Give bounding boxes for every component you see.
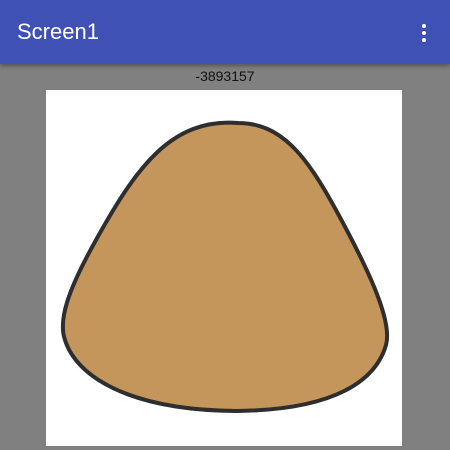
more-dot [422, 24, 426, 28]
drawing-canvas[interactable] [46, 90, 402, 446]
canvas-svg [60, 120, 390, 413]
more-vert-icon[interactable] [410, 18, 438, 48]
more-dot [422, 38, 426, 42]
value-label: -3893157 [195, 68, 255, 84]
more-dot [422, 31, 426, 35]
dome-shape [60, 120, 390, 413]
app-title: Screen1 [17, 19, 99, 44]
app-bar: Screen1 [0, 0, 450, 64]
